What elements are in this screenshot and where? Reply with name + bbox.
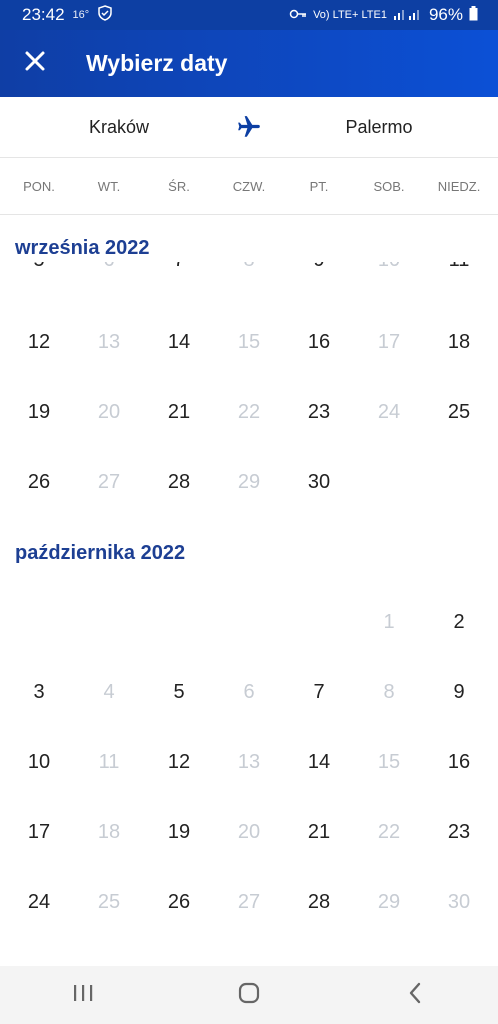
calendar-day: 13: [97, 331, 121, 353]
calendar-day: 25: [97, 891, 121, 913]
back-icon: [407, 982, 423, 1009]
status-right: Vo) LTE+ LTE1 96%: [289, 5, 478, 25]
weekday-header: PON. WT. ŚR. CZW. PT. SOB. NIEDZ.: [0, 158, 498, 215]
calendar-day: 20: [237, 821, 261, 843]
system-nav-bar: [0, 966, 498, 1024]
destination-city: Palermo: [345, 117, 413, 137]
calendar-day: 27: [97, 471, 121, 493]
shield-check-icon: [97, 4, 113, 26]
home-icon: [238, 982, 260, 1009]
calendar-day: 4: [103, 681, 115, 703]
calendar-day[interactable]: 30: [284, 462, 354, 502]
calendar-day[interactable]: 9: [424, 672, 494, 712]
page-title: Wybierz daty: [86, 50, 228, 76]
status-network: Vo) LTE+ LTE1: [313, 9, 387, 21]
calendar-day: 6: [74, 262, 144, 280]
calendar-day[interactable]: 10: [4, 742, 74, 782]
calendar-day: 8: [383, 681, 395, 703]
calendar-day: 18: [97, 821, 121, 843]
route-header: Kraków Palermo: [0, 97, 498, 158]
calendar-day: 8: [214, 262, 284, 280]
vpn-key-icon: [289, 8, 307, 23]
calendar-day[interactable]: 11: [424, 262, 494, 280]
weekday-label: ŚR.: [168, 179, 190, 194]
calendar-day: 27: [237, 891, 261, 913]
status-bar: 23:42 16° Vo) LTE+ LTE1 96%: [0, 0, 498, 30]
calendar-day: 30: [447, 891, 471, 913]
calendar-day[interactable]: 14: [284, 742, 354, 782]
calendar-day: 15: [237, 331, 261, 353]
calendar-day[interactable]: 26: [144, 882, 214, 922]
calendar-day: 29: [237, 471, 261, 493]
month-title: października 2022: [15, 542, 186, 564]
origin-city: Kraków: [88, 117, 150, 137]
calendar-day: 6: [243, 681, 255, 703]
weekday-label: NIEDZ.: [437, 179, 481, 194]
signal-icon: [393, 7, 423, 24]
battery-icon: [469, 6, 478, 24]
back-button[interactable]: [385, 975, 445, 1015]
close-button[interactable]: [18, 47, 52, 81]
status-temp: 16°: [72, 9, 90, 21]
calendar-day: 24: [377, 401, 401, 423]
calendar-day[interactable]: 19: [4, 392, 74, 432]
calendar-day[interactable]: 14: [144, 322, 214, 362]
close-icon: [24, 50, 46, 77]
calendar-day[interactable]: 12: [144, 742, 214, 782]
calendar-day[interactable]: 12: [4, 322, 74, 362]
calendar-day[interactable]: 18: [424, 322, 494, 362]
recents-icon: [72, 984, 94, 1007]
calendar-day: 1: [383, 611, 395, 633]
calendar-day: 17: [377, 331, 401, 353]
calendar-day: 15: [377, 751, 401, 773]
calendar-day[interactable]: 5: [4, 262, 74, 280]
calendar-day[interactable]: 9: [284, 262, 354, 280]
calendar-day[interactable]: 23: [284, 392, 354, 432]
status-left: 23:42 16°: [22, 4, 113, 26]
calendar-day: 22: [377, 821, 401, 843]
calendar-day[interactable]: 7: [284, 672, 354, 712]
calendar-day: 20: [97, 401, 121, 423]
calendar-day[interactable]: 16: [284, 322, 354, 362]
weekday-label: PT.: [309, 179, 329, 194]
partial-week-row: 567891011: [0, 262, 498, 282]
calendar-day[interactable]: 28: [144, 462, 214, 502]
month-title: września 2022: [15, 237, 150, 259]
calendar-day[interactable]: 28: [284, 882, 354, 922]
calendar-day[interactable]: 17: [4, 812, 74, 852]
calendar-day[interactable]: 26: [4, 462, 74, 502]
weekday-label: WT.: [97, 179, 121, 194]
calendar-day: 22: [237, 401, 261, 423]
recents-button[interactable]: [53, 975, 113, 1015]
weekday-label: SOB.: [373, 179, 405, 194]
weekday-label: PON.: [23, 179, 55, 194]
calendar-day: 10: [354, 262, 424, 280]
status-time: 23:42: [22, 5, 65, 24]
status-battery: 96%: [428, 5, 463, 24]
calendar-day: 11: [98, 751, 120, 773]
calendar-day[interactable]: 24: [4, 882, 74, 922]
calendar-day[interactable]: 16: [424, 742, 494, 782]
weekday-label: CZW.: [232, 179, 266, 194]
calendar-day[interactable]: 5: [144, 672, 214, 712]
calendar-day[interactable]: 3: [4, 672, 74, 712]
calendar-day[interactable]: 21: [144, 392, 214, 432]
calendar-day[interactable]: 23: [424, 812, 494, 852]
calendar-day: 29: [377, 891, 401, 913]
calendar-day[interactable]: 25: [424, 392, 494, 432]
app-bar: Wybierz daty: [0, 30, 498, 97]
home-button[interactable]: [219, 975, 279, 1015]
calendar-day[interactable]: 2: [424, 602, 494, 642]
calendar-day[interactable]: 19: [144, 812, 214, 852]
calendar-day[interactable]: 7: [144, 262, 214, 280]
plane-icon: [236, 114, 262, 140]
calendar-day[interactable]: 21: [284, 812, 354, 852]
calendar-day: 13: [237, 751, 261, 773]
